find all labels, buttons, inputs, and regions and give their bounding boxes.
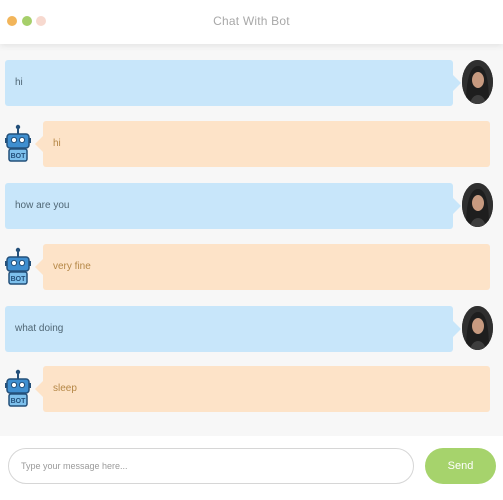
bot-message-bubble: very fine [35,244,490,290]
user-avatar-icon [462,306,493,350]
chat-history: hi BOT hi how are you BOT very fine what… [0,44,503,436]
user-message-bubble: hi [5,60,461,106]
robot-icon: BOT [4,124,32,164]
user-message-bubble: what doing [5,306,461,352]
user-message-bubble: how are you [5,183,461,229]
bot-message-row: BOT sleep [0,366,503,414]
window-title: Chat With Bot [213,14,290,28]
send-button[interactable]: Send [425,448,496,484]
user-message-row: hi [0,59,503,107]
user-message-row: how are you [0,182,503,230]
robot-icon: BOT [4,369,32,409]
bot-message-bubble: hi [35,121,490,167]
user-message-row: what doing [0,305,503,353]
composer-bar: Send [0,436,503,500]
chat-app: Chat With Bot hi BOT hi how are you BOT … [0,0,503,500]
robot-icon: BOT [4,247,32,287]
title-bar: Chat With Bot [0,0,503,44]
user-avatar-icon [462,60,493,104]
bot-message-row: BOT very fine [0,244,503,292]
bot-badge-text: BOT [11,276,27,283]
bot-badge-text: BOT [11,398,27,405]
bot-message-bubble: sleep [35,366,490,412]
message-input[interactable] [8,448,414,484]
bot-message-row: BOT hi [0,121,503,169]
user-avatar-icon [462,183,493,227]
bot-badge-text: BOT [11,153,27,160]
